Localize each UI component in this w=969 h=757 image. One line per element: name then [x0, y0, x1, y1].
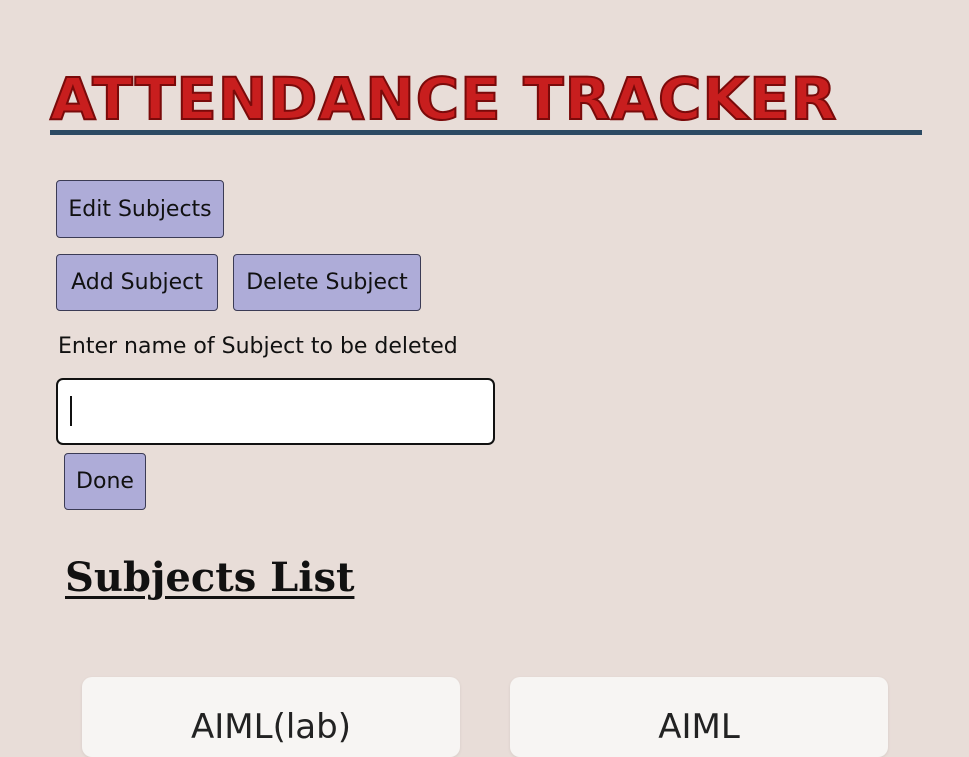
subjects-list-heading: Subjects List	[65, 554, 355, 601]
subject-card-title: AIML	[658, 707, 740, 747]
title-underline	[50, 130, 922, 135]
done-button[interactable]: Done	[64, 453, 146, 510]
delete-subject-button[interactable]: Delete Subject	[233, 254, 421, 311]
add-subject-button[interactable]: Add Subject	[56, 254, 218, 311]
edit-subjects-button[interactable]: Edit Subjects	[56, 180, 224, 238]
subject-name-input[interactable]	[56, 378, 495, 445]
delete-subject-prompt: Enter name of Subject to be deleted	[58, 334, 458, 359]
text-caret	[70, 396, 72, 426]
subject-card-title: AIML(lab)	[191, 707, 351, 747]
app-header: ATTENDANCE TRACKER	[49, 65, 922, 135]
app-title: ATTENDANCE TRACKER	[49, 65, 838, 133]
subject-card[interactable]: AIML	[510, 677, 888, 757]
subject-card[interactable]: AIML(lab)	[82, 677, 460, 757]
